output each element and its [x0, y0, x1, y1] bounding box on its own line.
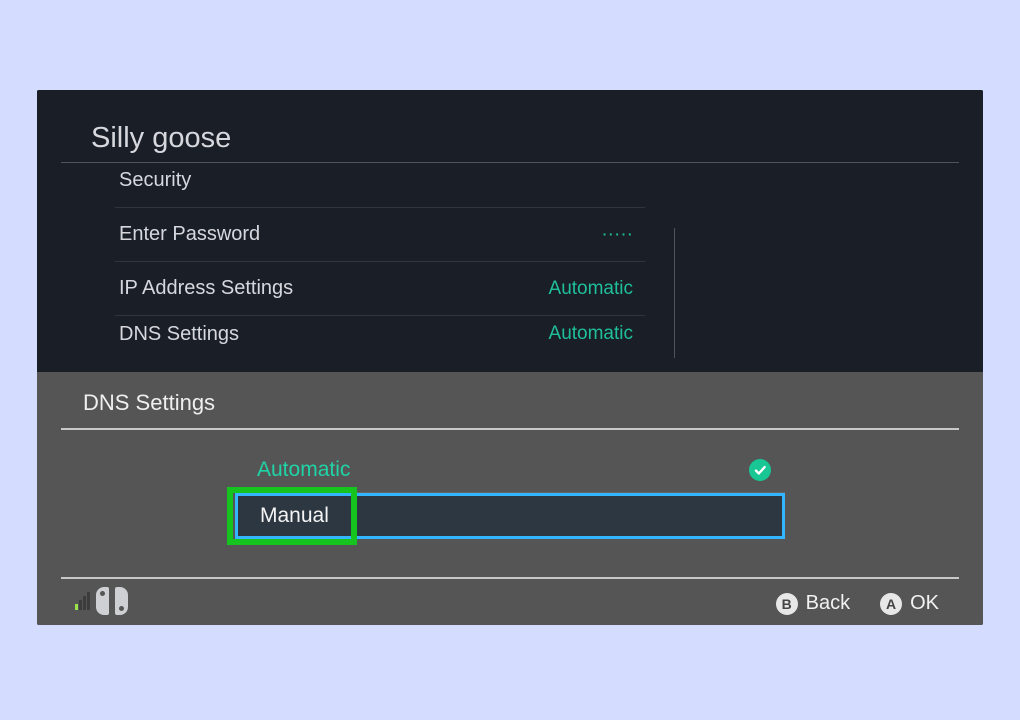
- setting-row-password[interactable]: Enter Password ·····: [115, 208, 645, 262]
- overlay-title: DNS Settings: [83, 390, 215, 416]
- footer-hints: B Back A OK: [776, 592, 939, 615]
- check-icon: [749, 459, 771, 481]
- ip-value: Automatic: [549, 278, 641, 300]
- settings-window: Silly goose SSID Silly goose Security En…: [37, 90, 983, 625]
- dns-value: Automatic: [549, 323, 641, 345]
- controller-status: [75, 587, 128, 615]
- joycon-left-icon: [96, 587, 109, 615]
- option-manual-wrap: Manual: [235, 493, 785, 543]
- network-settings-background: Silly goose SSID Silly goose Security En…: [37, 90, 983, 372]
- b-button-icon: B: [776, 593, 798, 615]
- ok-hint[interactable]: A OK: [880, 592, 939, 615]
- footer-divider: [61, 577, 959, 579]
- a-button-icon: A: [880, 593, 902, 615]
- dns-options-list: Automatic Manual: [235, 448, 785, 543]
- dns-settings-overlay: DNS Settings Automatic Manual: [37, 372, 983, 625]
- security-label: Security: [119, 169, 191, 192]
- back-label: Back: [806, 592, 850, 615]
- vertical-divider: [674, 228, 675, 358]
- option-automatic-label: Automatic: [257, 458, 350, 482]
- setting-row-dns[interactable]: DNS Settings Automatic: [115, 316, 645, 352]
- password-value: ·····: [601, 224, 641, 246]
- option-manual-label: Manual: [260, 504, 329, 528]
- overlay-divider: [61, 428, 959, 430]
- password-label: Enter Password: [119, 223, 260, 246]
- settings-list: Security Enter Password ····· IP Address…: [115, 154, 645, 352]
- back-hint[interactable]: B Back: [776, 592, 850, 615]
- setting-row-ip[interactable]: IP Address Settings Automatic: [115, 262, 645, 316]
- setting-row-security[interactable]: Security: [115, 154, 645, 208]
- option-manual[interactable]: Manual: [235, 493, 785, 539]
- joycon-right-icon: [115, 587, 128, 615]
- ip-label: IP Address Settings: [119, 277, 293, 300]
- battery-bars-icon: [75, 592, 90, 610]
- option-automatic[interactable]: Automatic: [235, 448, 785, 493]
- dns-label: DNS Settings: [119, 323, 239, 346]
- ok-label: OK: [910, 592, 939, 615]
